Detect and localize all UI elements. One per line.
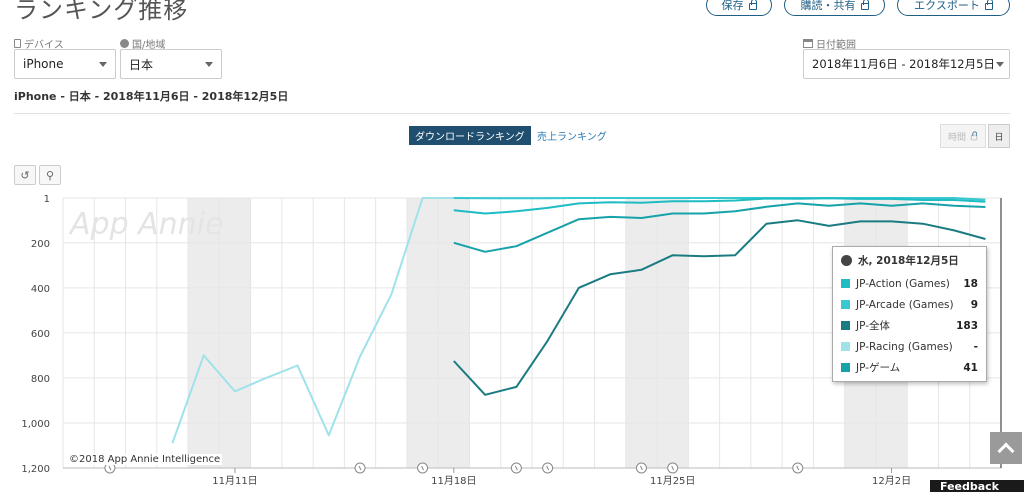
device-select[interactable]: iPhone [14, 49, 116, 79]
lock-icon [984, 0, 993, 10]
x-tick-label: 11月18日 [431, 475, 476, 487]
feedback-button[interactable]: Feedback [930, 480, 1024, 492]
chevron-down-icon [205, 62, 213, 67]
y-tick-label: 400 [31, 284, 50, 295]
device-select-value: iPhone [23, 57, 64, 71]
save-button[interactable]: 保存 [706, 0, 772, 16]
event-marker-icon[interactable] [792, 462, 804, 474]
tooltip-row: JP-Action (Games) 18 [841, 273, 978, 294]
lock-icon [748, 0, 757, 10]
divider [14, 113, 1010, 114]
globe-icon [841, 255, 852, 266]
page-title: ランキング推移 [14, 0, 189, 24]
y-tick-label: 1 [44, 194, 50, 205]
y-tick-label: 1,000 [21, 419, 50, 430]
event-marker-icon[interactable] [417, 462, 429, 474]
granularity-hourly-label: 時間 [947, 132, 966, 143]
tooltip-series-value: 41 [963, 361, 978, 374]
undo-icon: ↺ [20, 168, 30, 182]
zoom-button[interactable]: ⚲ [39, 165, 61, 185]
chart-watermark: App Annie [68, 207, 224, 242]
scroll-to-top-button[interactable] [990, 432, 1022, 464]
tooltip-series-value: - [973, 340, 978, 353]
legend-swatch [841, 363, 850, 372]
tooltip-series-name: JP-全体 [856, 320, 890, 332]
save-button-label: 保存 [721, 0, 744, 12]
x-tick-label: 11月25日 [650, 475, 695, 487]
chart-tooltip: 水, 2018年12月5日 JP-Action (Games) 18 JP-Arca… [832, 246, 987, 382]
device-icon [14, 39, 21, 48]
legend-swatch [841, 342, 850, 351]
chevron-down-icon [996, 62, 1004, 67]
subscribe-share-button[interactable]: 購読・共有 [784, 0, 885, 16]
tooltip-header: 水, 2018年12月5日 [841, 253, 978, 268]
lock-icon [860, 0, 869, 10]
date-range-select[interactable]: 2018年11月6日 - 2018年12月5日 [803, 49, 1010, 79]
tooltip-series-value: 9 [970, 298, 978, 311]
chevron-down-icon [99, 62, 107, 67]
legend-swatch [841, 300, 850, 309]
country-select-value: 日本 [129, 57, 154, 72]
y-tick-label: 1,200 [21, 464, 50, 475]
event-marker-icon[interactable] [510, 462, 522, 474]
tooltip-series-name: JP-Arcade (Games) [856, 298, 954, 311]
selection-summary: iPhone - 日本 - 2018年11月6日 - 2018年12月5日 [14, 90, 289, 103]
tooltip-series-value: 183 [956, 319, 978, 332]
ranking-page: ランキング推移 保存 購読・共有 エクスポート デバイス iPhone 国/地域… [0, 0, 1024, 492]
y-tick-label: 800 [31, 374, 50, 385]
granularity-daily-button[interactable]: 日 [988, 124, 1010, 148]
y-tick-label: 600 [31, 329, 50, 340]
subscribe-share-label: 購読・共有 [800, 0, 856, 12]
granularity-hourly-button[interactable]: 時間 [940, 124, 986, 148]
tooltip-row: JP-Racing (Games) - [841, 336, 978, 357]
event-marker-icon[interactable] [354, 462, 366, 474]
date-range-value: 2018年11月6日 - 2018年12月5日 [812, 57, 995, 71]
tooltip-row: JP-Arcade (Games) 9 [841, 294, 978, 315]
country-select[interactable]: 日本 [120, 49, 222, 79]
tab-download-ranking[interactable]: ダウンロードランキング [409, 126, 531, 145]
globe-icon [120, 39, 129, 48]
lock-icon [970, 131, 978, 141]
tooltip-date: 水, 2018年12月5日 [858, 255, 959, 267]
tooltip-series-name: JP-Racing (Games) [856, 340, 953, 353]
export-button[interactable]: エクスポート [897, 0, 1010, 16]
export-button-label: エクスポート [914, 0, 980, 12]
legend-swatch [841, 321, 850, 330]
tooltip-row: JP-ゲーム 41 [841, 357, 978, 378]
tooltip-series-name: JP-Action (Games) [856, 277, 950, 290]
event-marker-icon[interactable] [667, 462, 679, 474]
chevron-up-icon [997, 442, 1015, 460]
tooltip-row: JP-全体 183 [841, 315, 978, 336]
tooltip-series-value: 18 [963, 277, 978, 290]
event-marker-icon[interactable] [635, 462, 647, 474]
reset-zoom-button[interactable]: ↺ [14, 165, 36, 185]
legend-swatch [841, 279, 850, 288]
copyright-label: ©2018 App Annie Intelligence [67, 454, 223, 465]
event-marker-icon[interactable] [542, 462, 554, 474]
calendar-icon [803, 39, 813, 48]
tooltip-series-name: JP-ゲーム [856, 362, 901, 374]
zoom-icon: ⚲ [45, 168, 55, 182]
y-tick-label: 200 [31, 239, 50, 250]
x-tick-label: 12月2日 [872, 475, 911, 487]
tab-revenue-ranking[interactable]: 売上ランキング [537, 126, 607, 145]
x-tick-label: 11月11日 [212, 475, 257, 487]
